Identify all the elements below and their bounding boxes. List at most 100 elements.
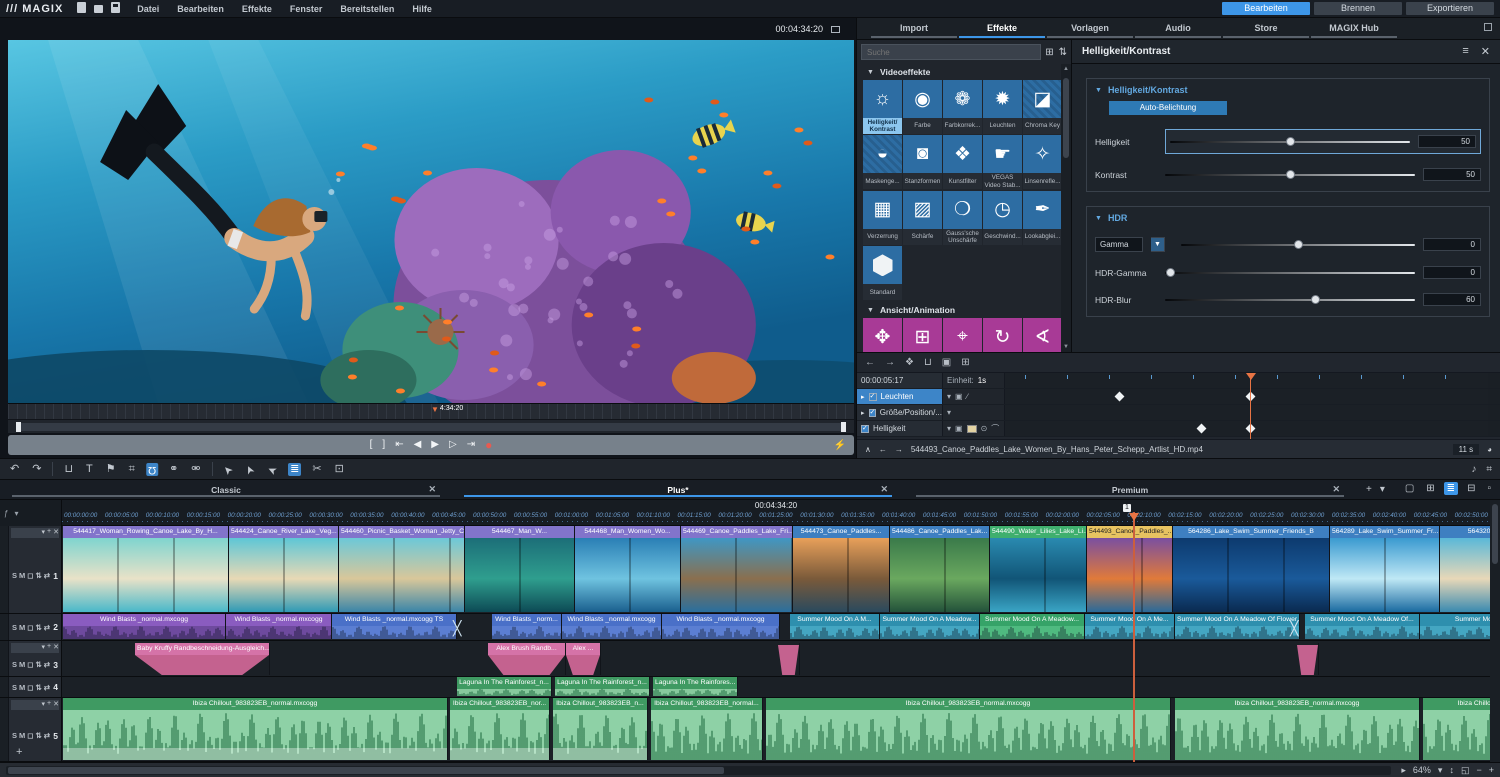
timeline-clip[interactable]: Summer Mood On A Me... [1085,614,1175,639]
slider-track[interactable] [1165,299,1415,301]
track-button[interactable]: ✕ [53,528,59,536]
slider-value[interactable]: 0 [1423,266,1481,279]
timeline-clip[interactable]: 564289_Lake_Swim_Summer_Fr... [1330,526,1440,612]
keyframe-diamond[interactable] [1115,392,1125,402]
timeline-clip[interactable]: 544490_Water_Lilies_Lake_Li... [990,526,1087,612]
fit-vertical-icon[interactable]: ↕ [1449,765,1454,775]
lock-icon[interactable]: ◻ [27,660,33,669]
grid-icon[interactable]: ⌗ [1486,464,1492,475]
slider-handle[interactable] [1286,170,1295,179]
timeline-clip[interactable]: Summer Mood On A Meadow Of Flower [1175,614,1300,639]
preview-scrub-bar[interactable]: ▼4:34:20 [8,403,854,419]
track-button[interactable]: ✕ [53,643,59,651]
track-button[interactable]: + [47,528,51,536]
video-preview[interactable] [8,40,854,403]
timeline-clip[interactable]: Wind Blasts _normal.mxcogg [226,614,332,639]
monitor-view-icon[interactable]: ▢ [1402,482,1417,495]
automation-icon[interactable]: ⇅ [36,571,42,580]
timeline-clip[interactable]: Wind Blasts _normal.mxcogg TS [332,614,457,639]
timeline-clip[interactable]: Baby Kruffy Randbeschneidung-Ausgleich..… [135,643,270,675]
timeline-clip[interactable]: 544460_Picnic_Basket_Woman_Jetty_Car [339,526,465,612]
search-input[interactable] [861,44,1041,60]
kf-paste-icon[interactable]: ⊞ [961,357,969,368]
new-file-icon[interactable] [77,2,86,13]
menu-bearbeiten[interactable]: Bearbeiten [168,4,233,14]
effect-tile[interactable]: ⌖ [943,318,982,352]
solo-button[interactable]: S [12,683,17,692]
timeline-clip[interactable]: Summer Mood On A Meadow... [980,614,1085,639]
timeline-hscrollbar[interactable] [6,766,1391,775]
record-icon[interactable]: ● [485,439,492,451]
preview-playhead[interactable]: ▼4:34:20 [431,405,463,414]
track-button[interactable]: ▾ [42,643,46,651]
menu-hilfe[interactable]: Hilfe [403,4,441,14]
delete-icon[interactable]: ⊔ [62,463,75,476]
mode-button-bearbeiten[interactable]: Bearbeiten [1222,2,1310,15]
effect-tile[interactable]: Standard [863,246,902,300]
solo-button[interactable]: S [12,571,17,580]
timeline-clip[interactable]: Ibiza Chillout_983823EB_normal.mxcogg [1175,698,1420,760]
track-button[interactable]: + [47,700,51,708]
track-button[interactable]: ▾ [42,528,46,536]
effect-tile[interactable]: ↻ [983,318,1022,352]
keyframe-track-row[interactable]: Helligkeit▾▣⊙⌒ [857,421,1500,437]
solo-button[interactable]: S [12,731,17,740]
slider-handle[interactable] [1286,137,1295,146]
unlink-icon[interactable]: ⚮ [189,463,202,476]
lock-icon[interactable]: ◻ [27,571,33,580]
zoom-in-icon[interactable]: + [1489,765,1494,775]
effects-scrollbar[interactable]: ▲▼ [1061,64,1071,352]
kf-prev-icon[interactable]: ← [865,357,875,368]
timeline-clip[interactable] [778,643,800,675]
jump-start-icon[interactable]: ⇤ [395,440,403,450]
play-small-icon[interactable]: ▸ [1401,765,1406,776]
fx-icon[interactable]: ⇄ [44,660,50,669]
zoom-out-icon[interactable]: − [1476,765,1481,775]
group-heading[interactable]: ▼HDR [1095,213,1481,223]
next-object-icon[interactable]: → [895,445,903,454]
slider-handle[interactable] [1166,268,1175,277]
timeline-clip[interactable]: 544473_Canoe_Paddles... [793,526,890,612]
panel-close-icon[interactable]: ✕ [1481,45,1490,58]
zoom-preset-icon[interactable]: ▾ [1438,765,1443,776]
keyframe-playhead[interactable] [1250,373,1251,439]
tab-import[interactable]: Import [871,21,957,38]
effect-tile[interactable]: ❖Kunstfilter [943,135,982,189]
effect-tile[interactable]: ∢ [1023,318,1062,352]
timeline-clip[interactable]: Ibiza Chillout_983823EB_normal.mxcogg [63,698,448,760]
tab-menu-icon[interactable]: ▾ [1380,484,1385,495]
timeline-clip[interactable]: Ibiza Chillout_983... [1423,698,1490,760]
menu-datei[interactable]: Datei [128,4,168,14]
audio-mixer-icon[interactable]: ♪ [1471,464,1476,475]
timeline-clip[interactable]: Ibiza Chillout_983823EB_n... [553,698,648,760]
slider-value[interactable]: 0 [1423,238,1481,251]
timeline-clip[interactable]: Wind Blasts _norm... [492,614,562,639]
timeline-clip[interactable]: 544468_Man_Women_Wo... [575,526,681,612]
timeline-clip[interactable] [1297,643,1319,675]
effect-tile[interactable]: ◷Geschwind... [983,191,1022,245]
keyframe-lane[interactable] [1005,389,1488,404]
timeline-clip[interactable]: 564320_Women... [1440,526,1490,612]
mute-button[interactable]: M [19,731,25,740]
effect-tile[interactable]: ⊞ [903,318,942,352]
timeline-clip[interactable]: 544424_Canoe_River_Lake_Veg... [229,526,339,612]
group-icon[interactable]: ⌗ [127,463,137,476]
track-lane-5[interactable]: Ibiza Chillout_983823EB_normal.mxcoggIbi… [62,698,1490,761]
lock-icon[interactable]: ◻ [27,683,33,692]
automation-icon[interactable]: ⇅ [36,660,42,669]
timeline-view-icon[interactable]: ≣ [1444,482,1458,495]
range-start-handle[interactable] [16,422,21,432]
mute-button[interactable]: M [19,571,25,580]
timeline-vscrollbar[interactable] [1490,500,1500,762]
effect-tile[interactable]: ❁Farbkorrek... [943,80,982,134]
effect-tile[interactable]: ◙Stanzformen [903,135,942,189]
lock-icon[interactable]: ◻ [27,731,33,740]
timeline-ruler[interactable]: 00:04:34:20 00:00:00:0000:00:05:0000:00:… [62,500,1490,526]
track-lane-2[interactable]: Wind Blasts _normal.mxcoggWind Blasts _n… [62,614,1490,640]
fx-icon[interactable]: ⇄ [44,683,50,692]
playhead-triangle[interactable] [1129,513,1139,526]
keyframe-track-row[interactable]: ▸Größe/Position/...▾ [857,405,1500,421]
solo-button[interactable]: S [12,660,17,669]
cursor-stretch-icon[interactable]: ➤ [242,460,259,477]
play-icon[interactable]: ▶ [431,440,439,450]
